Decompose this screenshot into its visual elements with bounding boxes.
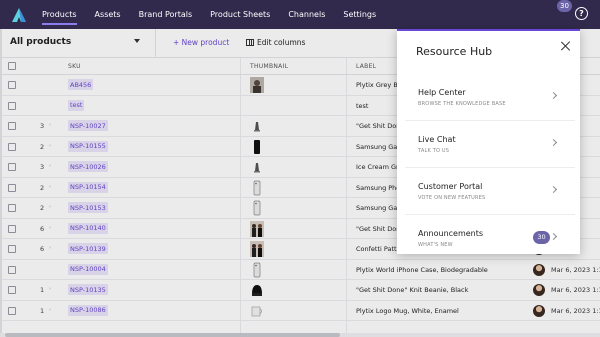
- hub-item-subtitle: VOTE ON NEW FEATURES: [418, 195, 486, 201]
- hub-item-customer-portal[interactable]: Customer Portal VOTE ON NEW FEATURES: [405, 169, 575, 215]
- hub-item-name: Live Chat: [418, 135, 456, 144]
- nav-assets[interactable]: Assets: [95, 0, 121, 29]
- close-icon[interactable]: [561, 41, 571, 51]
- nav-settings[interactable]: Settings: [343, 0, 376, 29]
- chevron-right-icon: [549, 91, 558, 100]
- help-icon[interactable]: ?: [575, 7, 588, 20]
- hub-item-help-center[interactable]: Help Center BROWSE THE KNOWLEDGE BASE: [405, 75, 575, 121]
- hub-item-live-chat[interactable]: Live Chat TALK TO US: [405, 122, 575, 168]
- hub-item-name: Announcements: [418, 229, 484, 238]
- hub-item-name: Customer Portal: [418, 182, 483, 191]
- hub-item-name: Help Center: [418, 88, 466, 97]
- top-nav: Products Assets Brand Portals Product Sh…: [0, 0, 600, 29]
- notification-badge[interactable]: 30: [557, 0, 572, 12]
- hub-item-subtitle: TALK TO US: [418, 148, 450, 154]
- resource-hub-panel: Resource Hub Help Center BROWSE THE KNOW…: [397, 29, 580, 254]
- chevron-right-icon: [549, 232, 558, 241]
- nav-brand-portals[interactable]: Brand Portals: [139, 0, 193, 29]
- nav-products[interactable]: Products: [42, 0, 77, 29]
- hub-item-subtitle: BROWSE THE KNOWLEDGE BASE: [418, 101, 506, 107]
- chevron-right-icon: [549, 185, 558, 194]
- resource-hub-title: Resource Hub: [416, 45, 493, 58]
- hub-item-announcements[interactable]: Announcements WHAT'S NEW 30: [405, 216, 575, 262]
- announcements-badge: 30: [533, 231, 550, 244]
- nav-product-sheets[interactable]: Product Sheets: [210, 0, 270, 29]
- nav-channels[interactable]: Channels: [288, 0, 325, 29]
- chevron-right-icon: [549, 138, 558, 147]
- plytix-logo-icon[interactable]: [10, 6, 28, 24]
- hub-item-subtitle: WHAT'S NEW: [418, 242, 453, 248]
